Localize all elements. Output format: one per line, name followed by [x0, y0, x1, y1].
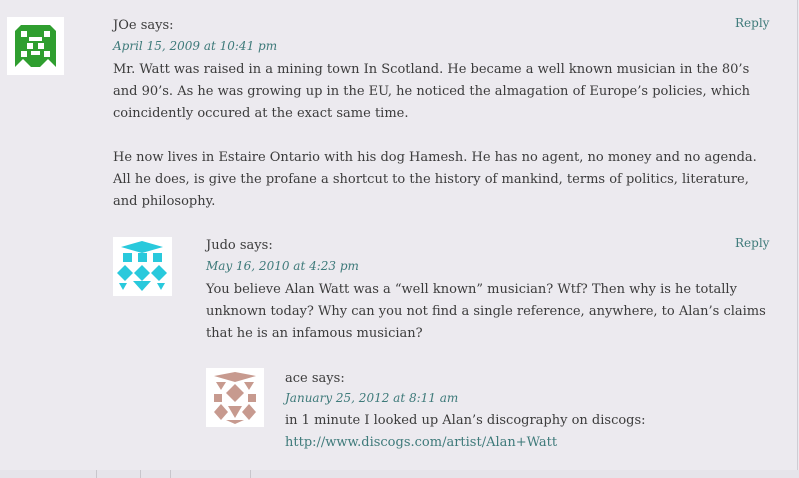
author-says: says:: [311, 371, 345, 386]
identicon-cyan-icon: [117, 241, 167, 291]
reply-button[interactable]: Reply: [735, 236, 769, 250]
discogs-link[interactable]: http://www.discogs.com/artist/Alan+Watt: [285, 432, 775, 454]
author-name: JOe: [113, 18, 137, 33]
comment-date-link[interactable]: January 25, 2012 at 8:11 am: [285, 391, 458, 405]
comment-paragraph: in 1 minute I looked up Alan’s discograp…: [285, 413, 646, 428]
identicon-green-icon: [15, 25, 56, 67]
avatar-joe[interactable]: [7, 17, 64, 75]
comment-paragraph: You believe Alan Watt was a “well known”…: [206, 282, 766, 341]
divider: [140, 470, 141, 478]
author-name: Judo: [206, 238, 236, 253]
comment-date-link[interactable]: May 16, 2010 at 4:23 pm: [206, 259, 359, 273]
author-says: says:: [140, 18, 174, 33]
bottom-toolbar-strip: [0, 470, 799, 478]
divider: [250, 470, 251, 478]
comment-author-judo: Judo says:: [206, 238, 273, 253]
author-name: ace: [285, 371, 308, 386]
divider: [96, 470, 97, 478]
avatar-judo[interactable]: [113, 237, 172, 296]
comment-author-ace: ace says:: [285, 371, 345, 386]
divider: [170, 470, 171, 478]
identicon-rose-icon: [214, 372, 256, 424]
reply-button[interactable]: Reply: [735, 16, 769, 30]
comment-body-ace: in 1 minute I looked up Alan’s discograp…: [285, 410, 775, 454]
author-says: says:: [239, 238, 273, 253]
avatar-ace[interactable]: [206, 368, 264, 427]
comment-author-joe: JOe says:: [113, 18, 174, 33]
comment-date-link[interactable]: April 15, 2009 at 10:41 pm: [113, 39, 277, 53]
comment-paragraph: Mr. Watt was raised in a mining town In …: [113, 62, 751, 121]
comment-paragraph: He now lives in Estaire Ontario with his…: [113, 150, 757, 209]
